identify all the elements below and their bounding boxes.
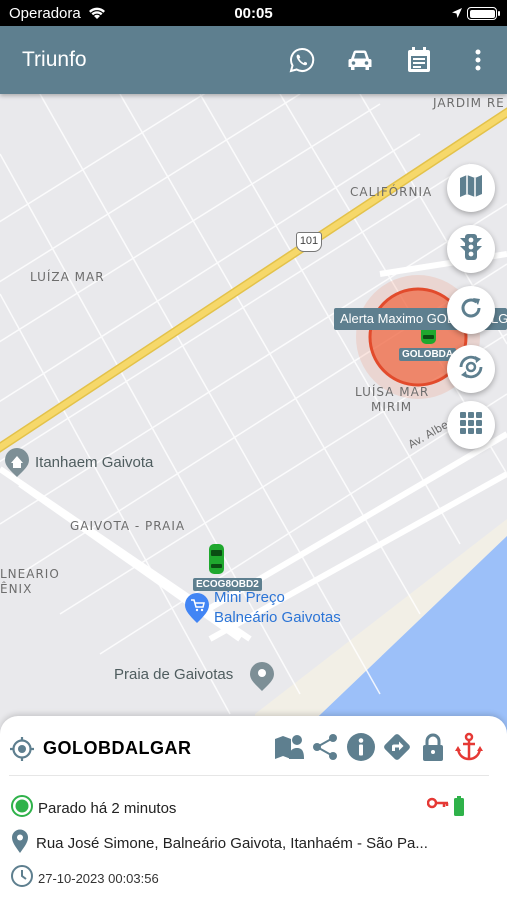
refresh-button[interactable] xyxy=(447,286,495,334)
traffic-button[interactable] xyxy=(447,225,495,273)
car-icon[interactable] xyxy=(344,44,376,76)
map-view[interactable]: JARDIM RE CALIFÓRNIA LUÍZA MAR LUÍSA MAR… xyxy=(0,94,507,734)
vehicle-tag[interactable]: ECOG8OBD2 xyxy=(193,578,262,591)
neighborhood-label: MIRIM xyxy=(371,400,413,414)
crosshair-icon[interactable] xyxy=(9,736,35,767)
poi-pin-mini-preco xyxy=(185,593,209,623)
neighborhood-label: LNEARIO xyxy=(0,567,60,581)
lock-icon[interactable] xyxy=(416,730,450,764)
battery-icon xyxy=(467,7,500,20)
poi-label-mini-preco[interactable]: Mini Preço xyxy=(214,589,285,606)
vehicle-marker-2 xyxy=(209,544,224,574)
refresh-icon xyxy=(458,295,484,326)
battery-status-icon xyxy=(453,796,465,816)
auto-refresh-button[interactable] xyxy=(447,345,495,393)
neighborhood-label: ÊNIX xyxy=(0,582,33,596)
vehicle-name: GOLOBDALGAR xyxy=(43,738,192,758)
app-bar: Triunfo xyxy=(0,26,507,94)
vehicle-tag[interactable]: GOLOBDA xyxy=(399,348,457,361)
grid-button[interactable] xyxy=(447,401,495,449)
share-icon[interactable] xyxy=(308,730,342,764)
neighborhood-label: LUÍSA MAR xyxy=(355,385,430,399)
neighborhood-label: LUÍZA MAR xyxy=(30,270,105,284)
neighborhood-label: CALIFÓRNIA xyxy=(350,185,433,199)
map-layers-button[interactable] xyxy=(447,164,495,212)
timestamp-row: 27-10-2023 00:03:56 xyxy=(10,864,159,893)
road-shield-101: 101 xyxy=(296,232,322,252)
poi-label-praia[interactable]: Praia de Gaivotas xyxy=(114,666,233,683)
whatsapp-icon[interactable] xyxy=(286,44,318,76)
app-title: Triunfo xyxy=(22,48,87,71)
map-layers-icon xyxy=(458,173,484,204)
vehicle-detail-panel: GOLOBDALGAR Parado há 2 minutos Rua José… xyxy=(0,716,507,900)
ignition-key-icon xyxy=(427,796,449,810)
auto-refresh-icon xyxy=(456,352,486,387)
wifi-icon xyxy=(87,5,107,24)
status-row: Parado há 2 minutos xyxy=(10,794,176,823)
anchor-icon[interactable] xyxy=(452,730,486,764)
grid-icon xyxy=(458,410,484,441)
poi-pin-praia xyxy=(250,662,274,691)
map-person-icon[interactable] xyxy=(272,730,306,764)
divider xyxy=(9,775,489,776)
poi-label-mini-preco-2[interactable]: Balneário Gaivotas xyxy=(214,609,341,626)
location-arrow-icon xyxy=(451,6,463,23)
more-vert-icon[interactable] xyxy=(462,44,494,76)
neighborhood-label: JARDIM RE xyxy=(433,96,505,110)
clock-icon xyxy=(10,864,34,893)
poi-label-itanhaem[interactable]: Itanhaem Gaivota xyxy=(35,454,153,471)
neighborhood-label: GAIVOTA - PRAIA xyxy=(70,519,186,533)
vehicle-address: Rua José Simone, Balneário Gaivota, Itan… xyxy=(36,835,428,852)
address-row: Rua José Simone, Balneário Gaivota, Itan… xyxy=(10,828,428,859)
vehicle-status: Parado há 2 minutos xyxy=(38,800,177,817)
traffic-light-icon xyxy=(458,233,484,266)
carrier-label: Operadora xyxy=(9,5,81,22)
calendar-icon[interactable] xyxy=(403,44,435,76)
status-bar: Operadora 00:05 xyxy=(0,0,507,26)
last-update-timestamp: 27-10-2023 00:03:56 xyxy=(38,871,159,886)
location-pin-icon xyxy=(10,828,30,859)
stopped-status-icon xyxy=(10,794,34,823)
info-icon[interactable] xyxy=(344,730,378,764)
directions-icon[interactable] xyxy=(380,730,414,764)
